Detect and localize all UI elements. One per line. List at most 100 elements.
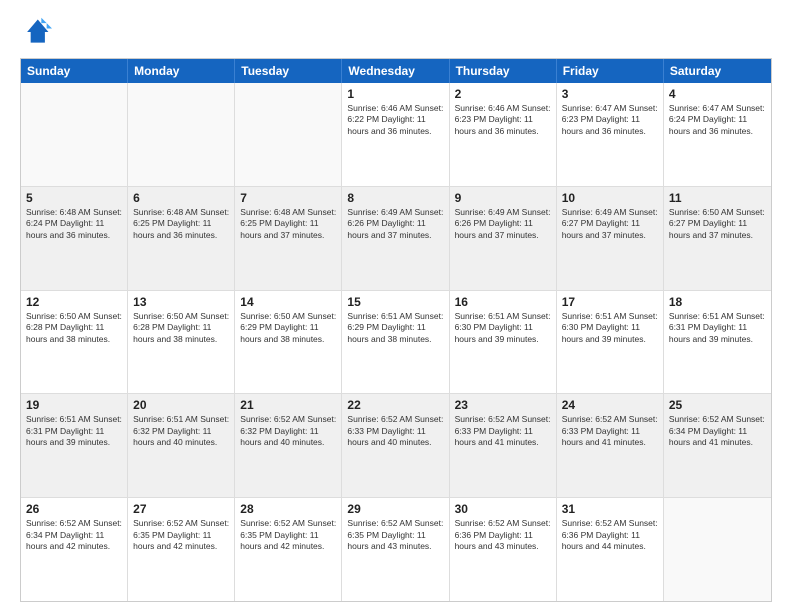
calendar-row-1: 5 Sunrise: 6:48 AM Sunset: 6:24 PM Daylig… (21, 186, 771, 290)
cell-info: Sunrise: 6:52 AM Sunset: 6:35 PM Dayligh… (240, 518, 336, 552)
day-number: 7 (240, 191, 336, 205)
calendar-cell: 22Sunrise: 6:52 AM Sunset: 6:33 PM Dayli… (342, 394, 449, 497)
cell-info: Sunrise: 6:52 AM Sunset: 6:36 PM Dayligh… (455, 518, 551, 552)
day-number: 25 (669, 398, 766, 412)
cell-info: Sunrise: 6:52 AM Sunset: 6:35 PM Dayligh… (133, 518, 229, 552)
calendar-cell: 4 Sunrise: 6:47 AM Sunset: 6:24 PM Daylig… (664, 83, 771, 186)
calendar-cell: 15 Sunrise: 6:51 AM Sunset: 6:29 PM Dayli… (342, 291, 449, 394)
calendar-cell: 28 Sunrise: 6:52 AM Sunset: 6:35 PM Dayli… (235, 498, 342, 601)
calendar-cell: 27 Sunrise: 6:52 AM Sunset: 6:35 PM Dayli… (128, 498, 235, 601)
day-number: 10 (562, 191, 658, 205)
calendar-row-0: 1 Sunrise: 6:46 AM Sunset: 6:22 PM Daylig… (21, 83, 771, 186)
day-number: 9 (455, 191, 551, 205)
calendar-cell: 7Sunrise: 6:48 AM Sunset: 6:25 PM Daylig… (235, 187, 342, 290)
day-number: 14 (240, 295, 336, 309)
cell-info: Sunrise: 6:52 AM Sunset: 6:34 PM Dayligh… (26, 518, 122, 552)
calendar-cell (128, 83, 235, 186)
day-number: 20 (133, 398, 229, 412)
calendar-cell: 5 Sunrise: 6:48 AM Sunset: 6:24 PM Daylig… (21, 187, 128, 290)
day-number: 23 (455, 398, 551, 412)
day-number: 3 (562, 87, 658, 101)
day-number: 1 (347, 87, 443, 101)
cell-info: Sunrise: 6:52 AM Sunset: 6:36 PM Dayligh… (562, 518, 658, 552)
cell-info: Sunrise: 6:51 AM Sunset: 6:31 PM Dayligh… (26, 414, 122, 448)
calendar-cell: 29 Sunrise: 6:52 AM Sunset: 6:35 PM Dayli… (342, 498, 449, 601)
day-number: 11 (669, 191, 766, 205)
calendar-cell (235, 83, 342, 186)
calendar-cell: 3Sunrise: 6:47 AM Sunset: 6:23 PM Daylig… (557, 83, 664, 186)
header-cell-wednesday: Wednesday (342, 59, 449, 83)
day-number: 2 (455, 87, 551, 101)
header-cell-sunday: Sunday (21, 59, 128, 83)
day-number: 4 (669, 87, 766, 101)
day-number: 24 (562, 398, 658, 412)
cell-info: Sunrise: 6:50 AM Sunset: 6:28 PM Dayligh… (26, 311, 122, 345)
calendar-cell (21, 83, 128, 186)
cell-info: Sunrise: 6:48 AM Sunset: 6:24 PM Dayligh… (26, 207, 122, 241)
cell-info: Sunrise: 6:49 AM Sunset: 6:26 PM Dayligh… (347, 207, 443, 241)
calendar-cell: 8Sunrise: 6:49 AM Sunset: 6:26 PM Daylig… (342, 187, 449, 290)
day-number: 27 (133, 502, 229, 516)
cell-info: Sunrise: 6:49 AM Sunset: 6:26 PM Dayligh… (455, 207, 551, 241)
calendar-row-3: 19 Sunrise: 6:51 AM Sunset: 6:31 PM Dayli… (21, 393, 771, 497)
cell-info: Sunrise: 6:50 AM Sunset: 6:29 PM Dayligh… (240, 311, 336, 345)
day-number: 31 (562, 502, 658, 516)
calendar-cell: 19 Sunrise: 6:51 AM Sunset: 6:31 PM Dayli… (21, 394, 128, 497)
day-number: 18 (669, 295, 766, 309)
cell-info: Sunrise: 6:51 AM Sunset: 6:30 PM Dayligh… (455, 311, 551, 345)
calendar: SundayMondayTuesdayWednesdayThursdayFrid… (20, 58, 772, 602)
cell-info: Sunrise: 6:51 AM Sunset: 6:30 PM Dayligh… (562, 311, 658, 345)
day-number: 19 (26, 398, 122, 412)
cell-info: Sunrise: 6:46 AM Sunset: 6:23 PM Dayligh… (455, 103, 551, 137)
cell-info: Sunrise: 6:51 AM Sunset: 6:32 PM Dayligh… (133, 414, 229, 448)
calendar-cell: 11Sunrise: 6:50 AM Sunset: 6:27 PM Dayli… (664, 187, 771, 290)
calendar-cell: 6 Sunrise: 6:48 AM Sunset: 6:25 PM Daylig… (128, 187, 235, 290)
logo (20, 16, 56, 48)
day-number: 26 (26, 502, 122, 516)
day-number: 15 (347, 295, 443, 309)
calendar-cell: 23 Sunrise: 6:52 AM Sunset: 6:33 PM Dayli… (450, 394, 557, 497)
header-cell-friday: Friday (557, 59, 664, 83)
calendar-cell: 1 Sunrise: 6:46 AM Sunset: 6:22 PM Daylig… (342, 83, 449, 186)
logo-icon (20, 16, 52, 48)
cell-info: Sunrise: 6:52 AM Sunset: 6:35 PM Dayligh… (347, 518, 443, 552)
page: SundayMondayTuesdayWednesdayThursdayFrid… (0, 0, 792, 612)
calendar-row-2: 12 Sunrise: 6:50 AM Sunset: 6:28 PM Dayli… (21, 290, 771, 394)
header-cell-thursday: Thursday (450, 59, 557, 83)
day-number: 21 (240, 398, 336, 412)
day-number: 30 (455, 502, 551, 516)
day-number: 17 (562, 295, 658, 309)
cell-info: Sunrise: 6:51 AM Sunset: 6:31 PM Dayligh… (669, 311, 766, 345)
calendar-header: SundayMondayTuesdayWednesdayThursdayFrid… (21, 59, 771, 83)
header-cell-monday: Monday (128, 59, 235, 83)
day-number: 13 (133, 295, 229, 309)
cell-info: Sunrise: 6:47 AM Sunset: 6:24 PM Dayligh… (669, 103, 766, 137)
calendar-cell: 24 Sunrise: 6:52 AM Sunset: 6:33 PM Dayli… (557, 394, 664, 497)
calendar-cell: 13Sunrise: 6:50 AM Sunset: 6:28 PM Dayli… (128, 291, 235, 394)
cell-info: Sunrise: 6:52 AM Sunset: 6:32 PM Dayligh… (240, 414, 336, 448)
day-number: 6 (133, 191, 229, 205)
cell-info: Sunrise: 6:48 AM Sunset: 6:25 PM Dayligh… (133, 207, 229, 241)
header-cell-saturday: Saturday (664, 59, 771, 83)
cell-info: Sunrise: 6:52 AM Sunset: 6:33 PM Dayligh… (562, 414, 658, 448)
calendar-cell: 30 Sunrise: 6:52 AM Sunset: 6:36 PM Dayli… (450, 498, 557, 601)
calendar-cell: 2 Sunrise: 6:46 AM Sunset: 6:23 PM Daylig… (450, 83, 557, 186)
cell-info: Sunrise: 6:51 AM Sunset: 6:29 PM Dayligh… (347, 311, 443, 345)
header-cell-tuesday: Tuesday (235, 59, 342, 83)
day-number: 29 (347, 502, 443, 516)
cell-info: Sunrise: 6:49 AM Sunset: 6:27 PM Dayligh… (562, 207, 658, 241)
calendar-cell: 10 Sunrise: 6:49 AM Sunset: 6:27 PM Dayli… (557, 187, 664, 290)
header (20, 16, 772, 48)
day-number: 12 (26, 295, 122, 309)
calendar-cell: 20 Sunrise: 6:51 AM Sunset: 6:32 PM Dayli… (128, 394, 235, 497)
cell-info: Sunrise: 6:46 AM Sunset: 6:22 PM Dayligh… (347, 103, 443, 137)
calendar-cell: 12 Sunrise: 6:50 AM Sunset: 6:28 PM Dayli… (21, 291, 128, 394)
cell-info: Sunrise: 6:52 AM Sunset: 6:33 PM Dayligh… (455, 414, 551, 448)
day-number: 16 (455, 295, 551, 309)
calendar-cell: 9 Sunrise: 6:49 AM Sunset: 6:26 PM Daylig… (450, 187, 557, 290)
day-number: 28 (240, 502, 336, 516)
calendar-cell: 14 Sunrise: 6:50 AM Sunset: 6:29 PM Dayli… (235, 291, 342, 394)
cell-info: Sunrise: 6:52 AM Sunset: 6:33 PM Dayligh… (347, 414, 443, 448)
calendar-cell: 25Sunrise: 6:52 AM Sunset: 6:34 PM Dayli… (664, 394, 771, 497)
day-number: 5 (26, 191, 122, 205)
